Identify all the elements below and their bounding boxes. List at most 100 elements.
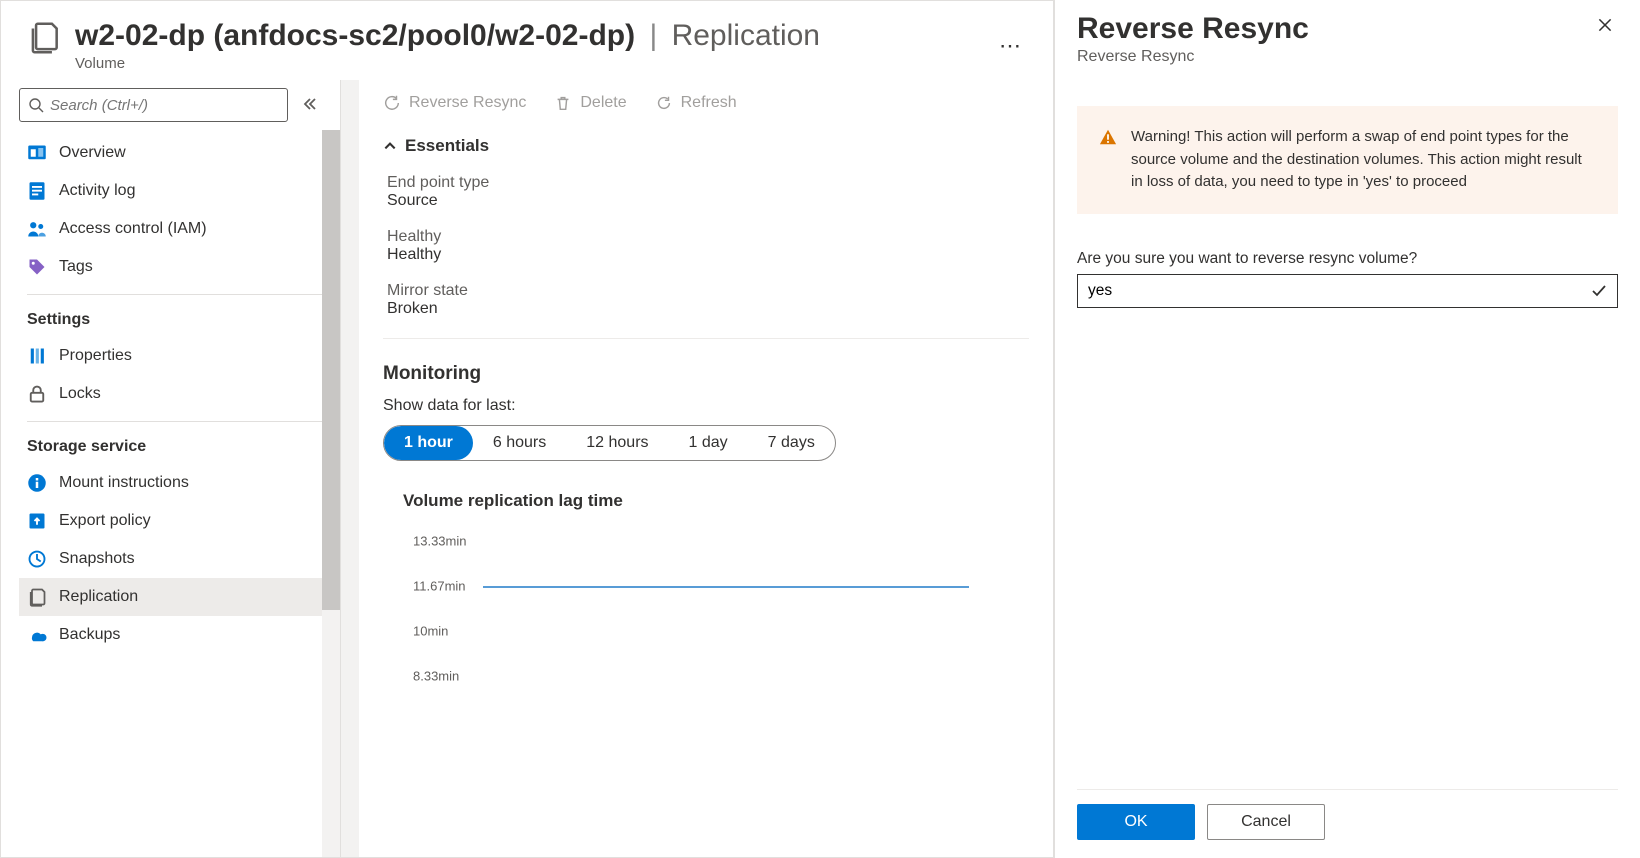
people-icon: [27, 219, 47, 239]
cancel-button[interactable]: Cancel: [1207, 804, 1325, 840]
title-main: w2-02-dp (anfdocs-sc2/pool0/w2-02-dp): [75, 19, 635, 52]
time-range-option[interactable]: 7 days: [748, 426, 835, 460]
refresh-icon: [655, 94, 673, 112]
confirm-input-wrap[interactable]: [1077, 274, 1618, 308]
time-range-option[interactable]: 12 hours: [566, 426, 668, 460]
time-range-group: 1 hour6 hours12 hours1 day7 days: [383, 425, 836, 461]
props-icon: [27, 346, 47, 366]
overview-icon: [27, 143, 47, 163]
panel-subtitle: Reverse Resync: [1077, 48, 1618, 66]
panel-close-button[interactable]: [1592, 12, 1618, 41]
page-header: w2-02-dp (anfdocs-sc2/pool0/w2-02-dp) | …: [1, 1, 1053, 80]
essentials-toggle[interactable]: Essentials: [383, 136, 1029, 156]
collapse-sidebar-button[interactable]: [298, 92, 322, 119]
confirm-label: Are you sure you want to reverse resync …: [1077, 250, 1618, 268]
nav-item[interactable]: Mount instructions: [19, 464, 340, 502]
nav-item[interactable]: Access control (IAM): [19, 210, 340, 248]
chart-title: Volume replication lag time: [403, 491, 1029, 511]
monitoring-show-label: Show data for last:: [383, 397, 1029, 415]
title-after: Replication: [672, 19, 820, 52]
prop-label: End point type: [387, 174, 1029, 192]
prop-value: Source: [387, 192, 1029, 210]
nav-group-storage: Storage service: [19, 422, 340, 464]
time-range-option[interactable]: 1 hour: [384, 426, 473, 460]
chart-y-tick: 8.33min: [413, 669, 459, 684]
nav-label: Access control (IAM): [59, 220, 207, 238]
panel-title: Reverse Resync: [1077, 12, 1592, 46]
page-subtitle: Volume: [75, 55, 979, 72]
confirm-input[interactable]: [1088, 282, 1591, 300]
prop-label: Mirror state: [387, 282, 1029, 300]
time-range-option[interactable]: 6 hours: [473, 426, 566, 460]
page-title: w2-02-dp (anfdocs-sc2/pool0/w2-02-dp) | …: [75, 19, 979, 53]
nav-label: Snapshots: [59, 550, 135, 568]
sidebar: Overview Activity log Access control (IAM)…: [1, 80, 341, 857]
delete-button[interactable]: Delete: [554, 94, 626, 112]
nav-label: Properties: [59, 347, 132, 365]
nav-item[interactable]: Overview: [19, 134, 340, 172]
nav-group-settings: Settings: [19, 295, 340, 337]
title-separator: |: [649, 19, 657, 52]
chart-y-tick: 13.33min: [413, 534, 466, 549]
essentials-prop: Mirror state Broken: [387, 282, 1029, 318]
nav-label: Mount instructions: [59, 474, 189, 492]
trash-icon: [554, 94, 572, 112]
reverse-resync-icon: [383, 94, 401, 112]
check-icon: [1591, 283, 1607, 299]
chevron-up-icon: [383, 139, 397, 153]
nav-label: Replication: [59, 588, 138, 606]
essentials-label: Essentials: [405, 136, 489, 156]
refresh-button[interactable]: Refresh: [655, 94, 737, 112]
essentials-prop: End point type Source: [387, 174, 1029, 210]
monitoring-title: Monitoring: [383, 363, 1029, 385]
prop-label: Healthy: [387, 228, 1029, 246]
essentials-prop: Healthy Healthy: [387, 228, 1029, 264]
search-box[interactable]: [19, 88, 288, 122]
cancel-label: Cancel: [1241, 813, 1291, 831]
time-range-option[interactable]: 1 day: [669, 426, 748, 460]
chart-series-line: [483, 586, 969, 588]
snap-icon: [27, 549, 47, 569]
tag-icon: [27, 257, 47, 277]
close-icon: [1596, 16, 1614, 34]
nav-item[interactable]: Export policy: [19, 502, 340, 540]
backup-icon: [27, 625, 47, 645]
lock-icon: [27, 384, 47, 404]
warning-text: Warning! This action will perform a swap…: [1131, 126, 1596, 194]
log-icon: [27, 181, 47, 201]
prop-value: Broken: [387, 300, 1029, 318]
content-scroll-strip: [341, 80, 359, 857]
nav-item[interactable]: Backups: [19, 616, 340, 654]
nav-list: Overview Activity log Access control (IAM)…: [1, 130, 340, 658]
volume-icon: [25, 19, 63, 60]
delete-label: Delete: [580, 94, 626, 112]
ok-button[interactable]: OK: [1077, 804, 1195, 840]
reverse-resync-button[interactable]: Reverse Resync: [383, 94, 526, 112]
nav-label: Tags: [59, 258, 93, 276]
warning-box: Warning! This action will perform a swap…: [1077, 106, 1618, 214]
more-actions-button[interactable]: ⋯: [991, 25, 1029, 67]
nav-item[interactable]: Replication: [19, 578, 340, 616]
search-icon: [28, 97, 44, 113]
nav-label: Activity log: [59, 182, 135, 200]
prop-value: Healthy: [387, 246, 1029, 264]
reverse-resync-panel: Reverse Resync Reverse Resync Warning! T…: [1054, 0, 1640, 858]
nav-item[interactable]: Activity log: [19, 172, 340, 210]
nav-label: Backups: [59, 626, 120, 644]
nav-item[interactable]: Snapshots: [19, 540, 340, 578]
ok-label: OK: [1124, 813, 1147, 831]
nav-label: Locks: [59, 385, 101, 403]
nav-scrollbar-thumb[interactable]: [322, 130, 340, 610]
content: Reverse Resync Delete Refresh: [341, 80, 1053, 857]
nav-item[interactable]: Properties: [19, 337, 340, 375]
toolbar: Reverse Resync Delete Refresh: [383, 94, 1029, 112]
search-input[interactable]: [50, 97, 279, 114]
chart: 13.33min11.67min10min8.33min: [383, 531, 1029, 691]
nav-label: Overview: [59, 144, 126, 162]
nav-item[interactable]: Tags: [19, 248, 340, 286]
warning-icon: [1099, 128, 1117, 146]
chevron-double-left-icon: [302, 96, 318, 112]
chart-y-tick: 11.67min: [413, 579, 466, 594]
nav-item[interactable]: Locks: [19, 375, 340, 413]
export-icon: [27, 511, 47, 531]
